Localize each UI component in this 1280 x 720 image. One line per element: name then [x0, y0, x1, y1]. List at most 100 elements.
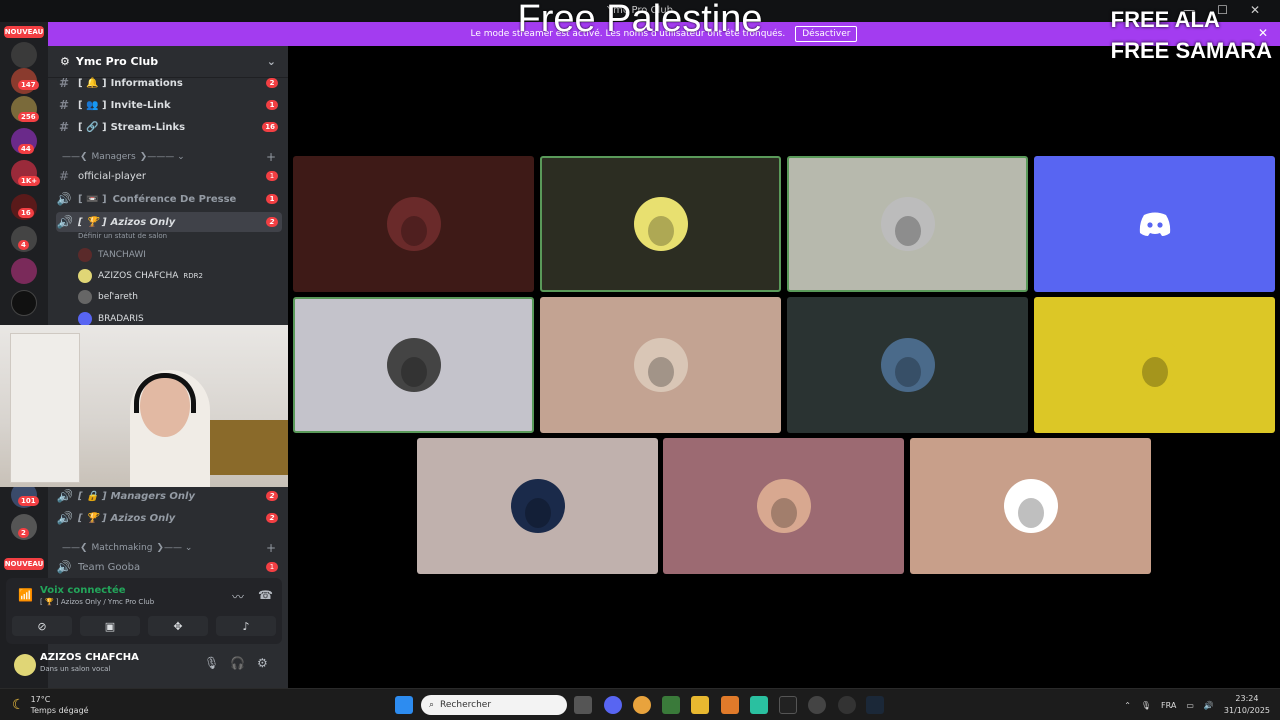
speaker-icon: 🔊 — [56, 511, 72, 525]
noise-suppression-icon[interactable]: 〰 — [232, 588, 244, 605]
channel-prefix: [ 🏆 ] — [78, 512, 107, 524]
video-tile[interactable] — [910, 438, 1151, 574]
app-icon[interactable] — [750, 696, 768, 714]
server-badge: 101 — [18, 496, 39, 506]
user-avatar[interactable] — [14, 654, 36, 676]
channel-official-player[interactable]: # official-player 1 — [56, 166, 282, 186]
app-icon[interactable] — [721, 696, 739, 714]
voice-channel-path[interactable]: [ 🏆 ] Azizos Only / Ymc Pro Club — [40, 598, 154, 606]
channel-azizos-only-active[interactable]: 🔊 [ 🏆 ] Azizos Only 2 — [56, 212, 282, 232]
channel-managers-only[interactable]: 🔊 [ 🔒 ] Managers Only 2 — [56, 486, 282, 506]
member-name: BRADARIS — [98, 314, 144, 324]
voice-status[interactable]: Voix connectée — [40, 585, 126, 596]
gear-icon[interactable]: ⚙ — [257, 656, 268, 670]
disable-streamer-button[interactable]: Désactiver — [795, 26, 858, 42]
unread-badge: 1 — [266, 100, 278, 110]
network-icon[interactable]: ▭ — [1186, 701, 1194, 710]
overlay-line: FREE ALA — [1110, 7, 1220, 32]
unread-badge: 1 — [266, 194, 278, 204]
category-matchmaking[interactable]: ——❮ Matchmaking ❯—— ⌄ + — [62, 541, 282, 555]
server-icon[interactable] — [11, 42, 37, 68]
user-panel: AZIZOS CHAFCHA Dans un salon vocal 🎙 🎧 ⚙ — [6, 646, 282, 682]
activity-tag: RDR2 — [183, 272, 203, 280]
video-tile[interactable] — [540, 297, 781, 433]
camera-off-button[interactable]: ⊘ — [12, 616, 72, 636]
discord-icon[interactable] — [604, 696, 622, 714]
video-tile[interactable] — [787, 297, 1028, 433]
app-icon[interactable] — [808, 696, 826, 714]
windows-start-icon[interactable] — [395, 696, 413, 714]
unread-badge: 2 — [266, 78, 278, 88]
app-icon[interactable] — [662, 696, 680, 714]
signal-icon[interactable]: 📶 — [18, 588, 33, 602]
weather-widget[interactable]: ☾ 17°C Temps dégagé — [12, 694, 89, 716]
taskbar-search[interactable]: ⌕ Rechercher — [421, 695, 567, 715]
unread-badge: 2 — [266, 491, 278, 501]
channel-prefix: [ 📼 ] — [78, 193, 107, 205]
user-status: Dans un salon vocal — [40, 665, 111, 673]
channel-invite-link[interactable]: # [ 👥 ] Invite-Link 1 — [56, 95, 282, 115]
participant-avatar — [510, 479, 565, 533]
channel-azizos-only[interactable]: 🔊 [ 🏆 ] Azizos Only 2 — [56, 508, 282, 528]
task-view-icon[interactable] — [574, 696, 592, 714]
member-name: TANCHAWI — [98, 250, 146, 260]
speaker-icon: 🔊 — [56, 215, 72, 229]
video-tile[interactable] — [293, 297, 534, 433]
activities-button[interactable]: ✥ — [148, 616, 208, 636]
video-tile[interactable] — [293, 156, 534, 292]
server-badge: 44 — [18, 144, 34, 154]
hash-icon: # — [58, 120, 70, 134]
voice-member[interactable]: bel'̀areth — [78, 288, 138, 306]
overlay-right-text: FREE ALA FREE SAMARA — [1111, 4, 1272, 66]
unread-badge: 1 — [266, 562, 278, 572]
user-name[interactable]: AZIZOS CHAFCHA — [40, 652, 139, 663]
video-tile[interactable] — [787, 156, 1028, 292]
channel-conference[interactable]: 🔊 [ 📼 ] Conférence De Presse 1 — [56, 189, 282, 209]
voice-member[interactable]: AZIZOS CHAFCHA RDR2 — [78, 267, 203, 285]
disconnect-icon[interactable]: ☎ — [258, 588, 273, 602]
app-icon[interactable] — [779, 696, 797, 714]
video-tile[interactable] — [1034, 156, 1275, 292]
channel-prefix: [ 🔔 ] — [78, 77, 107, 89]
channel-label: Azizos Only — [110, 216, 176, 228]
server-icon[interactable] — [11, 290, 37, 316]
video-tile[interactable] — [663, 438, 904, 574]
nouveau-badge[interactable]: NOUVEAU — [4, 26, 44, 38]
voice-member[interactable]: TANCHAWI — [78, 246, 146, 264]
search-placeholder: Rechercher — [440, 700, 492, 710]
microphone-icon[interactable]: 🎙 — [1141, 701, 1151, 710]
add-channel-icon[interactable]: + — [266, 150, 276, 164]
server-icon[interactable] — [11, 258, 37, 284]
category-label: Managers — [91, 152, 136, 162]
video-tile[interactable] — [417, 438, 658, 574]
chevron-down-icon: ⌄ — [266, 55, 276, 68]
file-explorer-icon[interactable] — [691, 696, 709, 714]
chrome-icon[interactable] — [633, 696, 651, 714]
channel-prefix: [ 🔗 ] — [78, 121, 107, 133]
channel-stream-links[interactable]: # [ 🔗 ] Stream-Links 16 — [56, 117, 282, 137]
language-indicator[interactable]: FRA — [1161, 701, 1176, 710]
steam-icon[interactable] — [866, 696, 884, 714]
volume-icon[interactable]: 🔊 — [1204, 701, 1214, 710]
category-managers[interactable]: ——❮ Managers ❯——— ⌄ + — [62, 150, 282, 164]
clock[interactable]: 23:24 31/10/2025 — [1224, 693, 1270, 717]
headset-icon[interactable]: 🎧 — [230, 656, 245, 670]
add-channel-icon[interactable]: + — [266, 541, 276, 555]
video-tile[interactable] — [540, 156, 781, 292]
media-player-icon[interactable] — [838, 696, 856, 714]
channel-label: Team Gooba — [78, 561, 141, 573]
channel-informations[interactable]: # [ 🔔 ] Informations 2 — [56, 73, 282, 93]
channel-status[interactable]: Définir un statut de salon — [78, 232, 167, 240]
discord-logo-icon — [1128, 197, 1182, 251]
video-tile[interactable] — [1034, 297, 1275, 433]
participant-avatar — [880, 197, 935, 251]
soundboard-button[interactable]: ♪ — [216, 616, 276, 636]
nouveau-badge[interactable]: NOUVEAU — [4, 558, 44, 570]
chevron-up-icon[interactable]: ⌃ — [1124, 701, 1131, 710]
server-badge: 1K+ — [18, 176, 41, 186]
channel-team-gooba[interactable]: 🔊 Team Gooba 1 — [56, 557, 282, 577]
screen-share-button[interactable]: ▣ — [80, 616, 140, 636]
search-icon: ⌕ — [429, 700, 435, 710]
weather-text: 17°C Temps dégagé — [31, 694, 89, 716]
microphone-icon[interactable]: 🎙 — [204, 656, 219, 670]
